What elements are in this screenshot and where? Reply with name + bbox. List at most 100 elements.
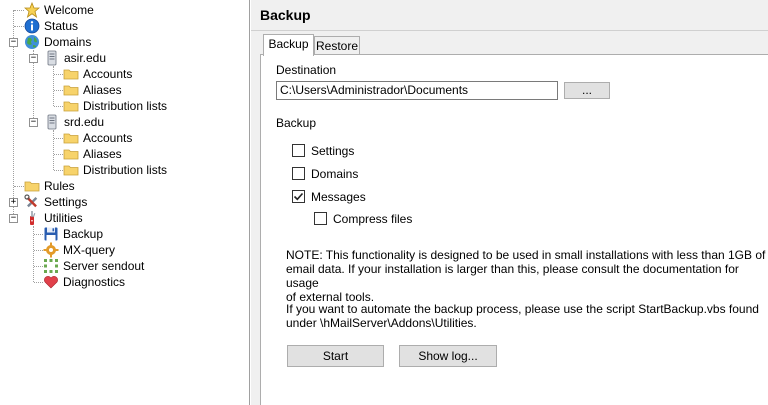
note-text: NOTE: This functionality is designed to … (286, 248, 768, 304)
start-button[interactable]: Start (287, 345, 384, 367)
folder-icon (63, 82, 79, 98)
tree-item-rules[interactable]: Rules (24, 178, 75, 194)
automate-line: If you want to automate the backup proce… (286, 302, 759, 316)
utilities-collapse-toggle[interactable]: − (9, 214, 18, 223)
browse-button[interactable]: ... (564, 82, 610, 99)
panel-header: Backup (251, 0, 768, 31)
tree-item-srd-accounts[interactable]: Accounts (63, 130, 132, 146)
tree-item-welcome[interactable]: Welcome (24, 2, 94, 18)
tree-item-label: MX-query (63, 243, 116, 257)
folder-icon (24, 178, 40, 194)
folder-icon (63, 98, 79, 114)
tree-item-settings[interactable]: Settings (24, 194, 87, 210)
pocketknife-icon (24, 210, 40, 226)
tree-connector (54, 154, 63, 155)
tree-connector (14, 186, 24, 187)
tree-item-label: Aliases (83, 147, 122, 161)
messages-checkbox[interactable] (292, 190, 305, 203)
info-icon (24, 18, 40, 34)
tree-connector (34, 234, 43, 235)
tree-connector (54, 138, 63, 139)
settings-checkbox[interactable] (292, 144, 305, 157)
tree-connector (53, 66, 54, 106)
domains-collapse-toggle[interactable]: − (9, 38, 18, 47)
automate-line: under \hMailServer\Addons\Utilities. (286, 316, 477, 330)
tab-restore[interactable]: Restore (314, 36, 360, 56)
tree-item-label: Settings (44, 195, 88, 209)
server-icon (44, 50, 60, 66)
tree-item-label: Distribution lists (83, 163, 168, 177)
tree-item-domains[interactable]: Domains (24, 34, 91, 50)
folder-icon (63, 162, 79, 178)
domains-checkbox-label: Domains (311, 167, 359, 181)
tree-item-label: Distribution lists (83, 99, 168, 113)
tree-item-domain-srd[interactable]: srd.edu (44, 114, 104, 130)
tree-item-srd-distribution-lists[interactable]: Distribution lists (63, 162, 167, 178)
checkmark-icon (293, 192, 304, 201)
destination-label: Destination (276, 63, 337, 77)
tree-item-srd-aliases[interactable]: Aliases (63, 146, 122, 162)
dots-icon (43, 258, 59, 274)
tree-connector (14, 10, 24, 11)
tree-connector (54, 90, 63, 91)
compress-files-checkbox[interactable] (314, 212, 327, 225)
show-log-button[interactable]: Show log... (399, 345, 497, 367)
destination-path-input[interactable]: C:\Users\Administrador\Documents (276, 81, 558, 100)
gear-icon (43, 242, 59, 258)
folder-icon (63, 130, 79, 146)
tree-item-status[interactable]: Status (24, 18, 78, 34)
heart-icon (43, 274, 59, 290)
tree-connector (34, 250, 43, 251)
srd-collapse-toggle[interactable]: − (29, 118, 38, 127)
tree-item-domain-asir[interactable]: asir.edu (44, 50, 106, 66)
tree-item-label: Accounts (83, 131, 133, 145)
note-line: NOTE: This functionality is designed to … (286, 248, 766, 262)
tree-item-diagnostics[interactable]: Diagnostics (43, 274, 125, 290)
backup-tab-content: Destination C:\Users\Administrador\Docum… (260, 54, 768, 405)
asir-collapse-toggle[interactable]: − (29, 54, 38, 63)
navigation-tree[interactable]: − − − + − Welcome Status Domains asir.ed… (0, 0, 250, 405)
note-line: email data. If your installation is larg… (286, 262, 739, 290)
tree-item-label: Accounts (83, 67, 133, 81)
tree-item-label: Domains (44, 35, 92, 49)
domains-checkbox[interactable] (292, 167, 305, 180)
tree-item-utilities[interactable]: Utilities (24, 210, 83, 226)
tree-connector (54, 106, 63, 107)
tree-connector (14, 26, 24, 27)
tree-item-label: asir.edu (64, 51, 107, 65)
tree-item-label: Aliases (83, 83, 122, 97)
compress-files-checkbox-label: Compress files (333, 212, 413, 226)
tree-connector (34, 266, 43, 267)
folder-icon (63, 146, 79, 162)
tree-connector (34, 282, 43, 283)
settings-checkbox-label: Settings (311, 144, 355, 158)
star-icon (24, 2, 40, 18)
tree-connector (54, 170, 63, 171)
backup-group-label: Backup (276, 116, 317, 130)
tree-item-label: Diagnostics (63, 275, 126, 289)
tree-item-label: Server sendout (63, 259, 145, 273)
tree-item-backup[interactable]: Backup (43, 226, 103, 242)
floppy-disk-icon (43, 226, 59, 242)
server-icon (44, 114, 60, 130)
tree-item-label: Rules (44, 179, 75, 193)
tree-item-server-sendout[interactable]: Server sendout (43, 258, 144, 274)
automate-text: If you want to automate the backup proce… (286, 302, 759, 330)
tree-item-label: Backup (63, 227, 104, 241)
tab-backup[interactable]: Backup (263, 34, 314, 56)
tree-item-label: srd.edu (64, 115, 105, 129)
messages-checkbox-label: Messages (311, 190, 366, 204)
page-title: Backup (260, 7, 311, 23)
tree-item-asir-distribution-lists[interactable]: Distribution lists (63, 98, 167, 114)
settings-expand-toggle[interactable]: + (9, 198, 18, 207)
tree-connector (54, 74, 63, 75)
tree-item-mx-query[interactable]: MX-query (43, 242, 115, 258)
tree-item-label: Status (44, 19, 79, 33)
tree-item-asir-aliases[interactable]: Aliases (63, 82, 122, 98)
tree-item-label: Utilities (44, 211, 83, 225)
tree-connector (53, 130, 54, 170)
backup-panel: Backup Backup Restore Destination C:\Use… (251, 0, 768, 405)
folder-icon (63, 66, 79, 82)
globe-icon (24, 34, 40, 50)
tree-item-asir-accounts[interactable]: Accounts (63, 66, 132, 82)
